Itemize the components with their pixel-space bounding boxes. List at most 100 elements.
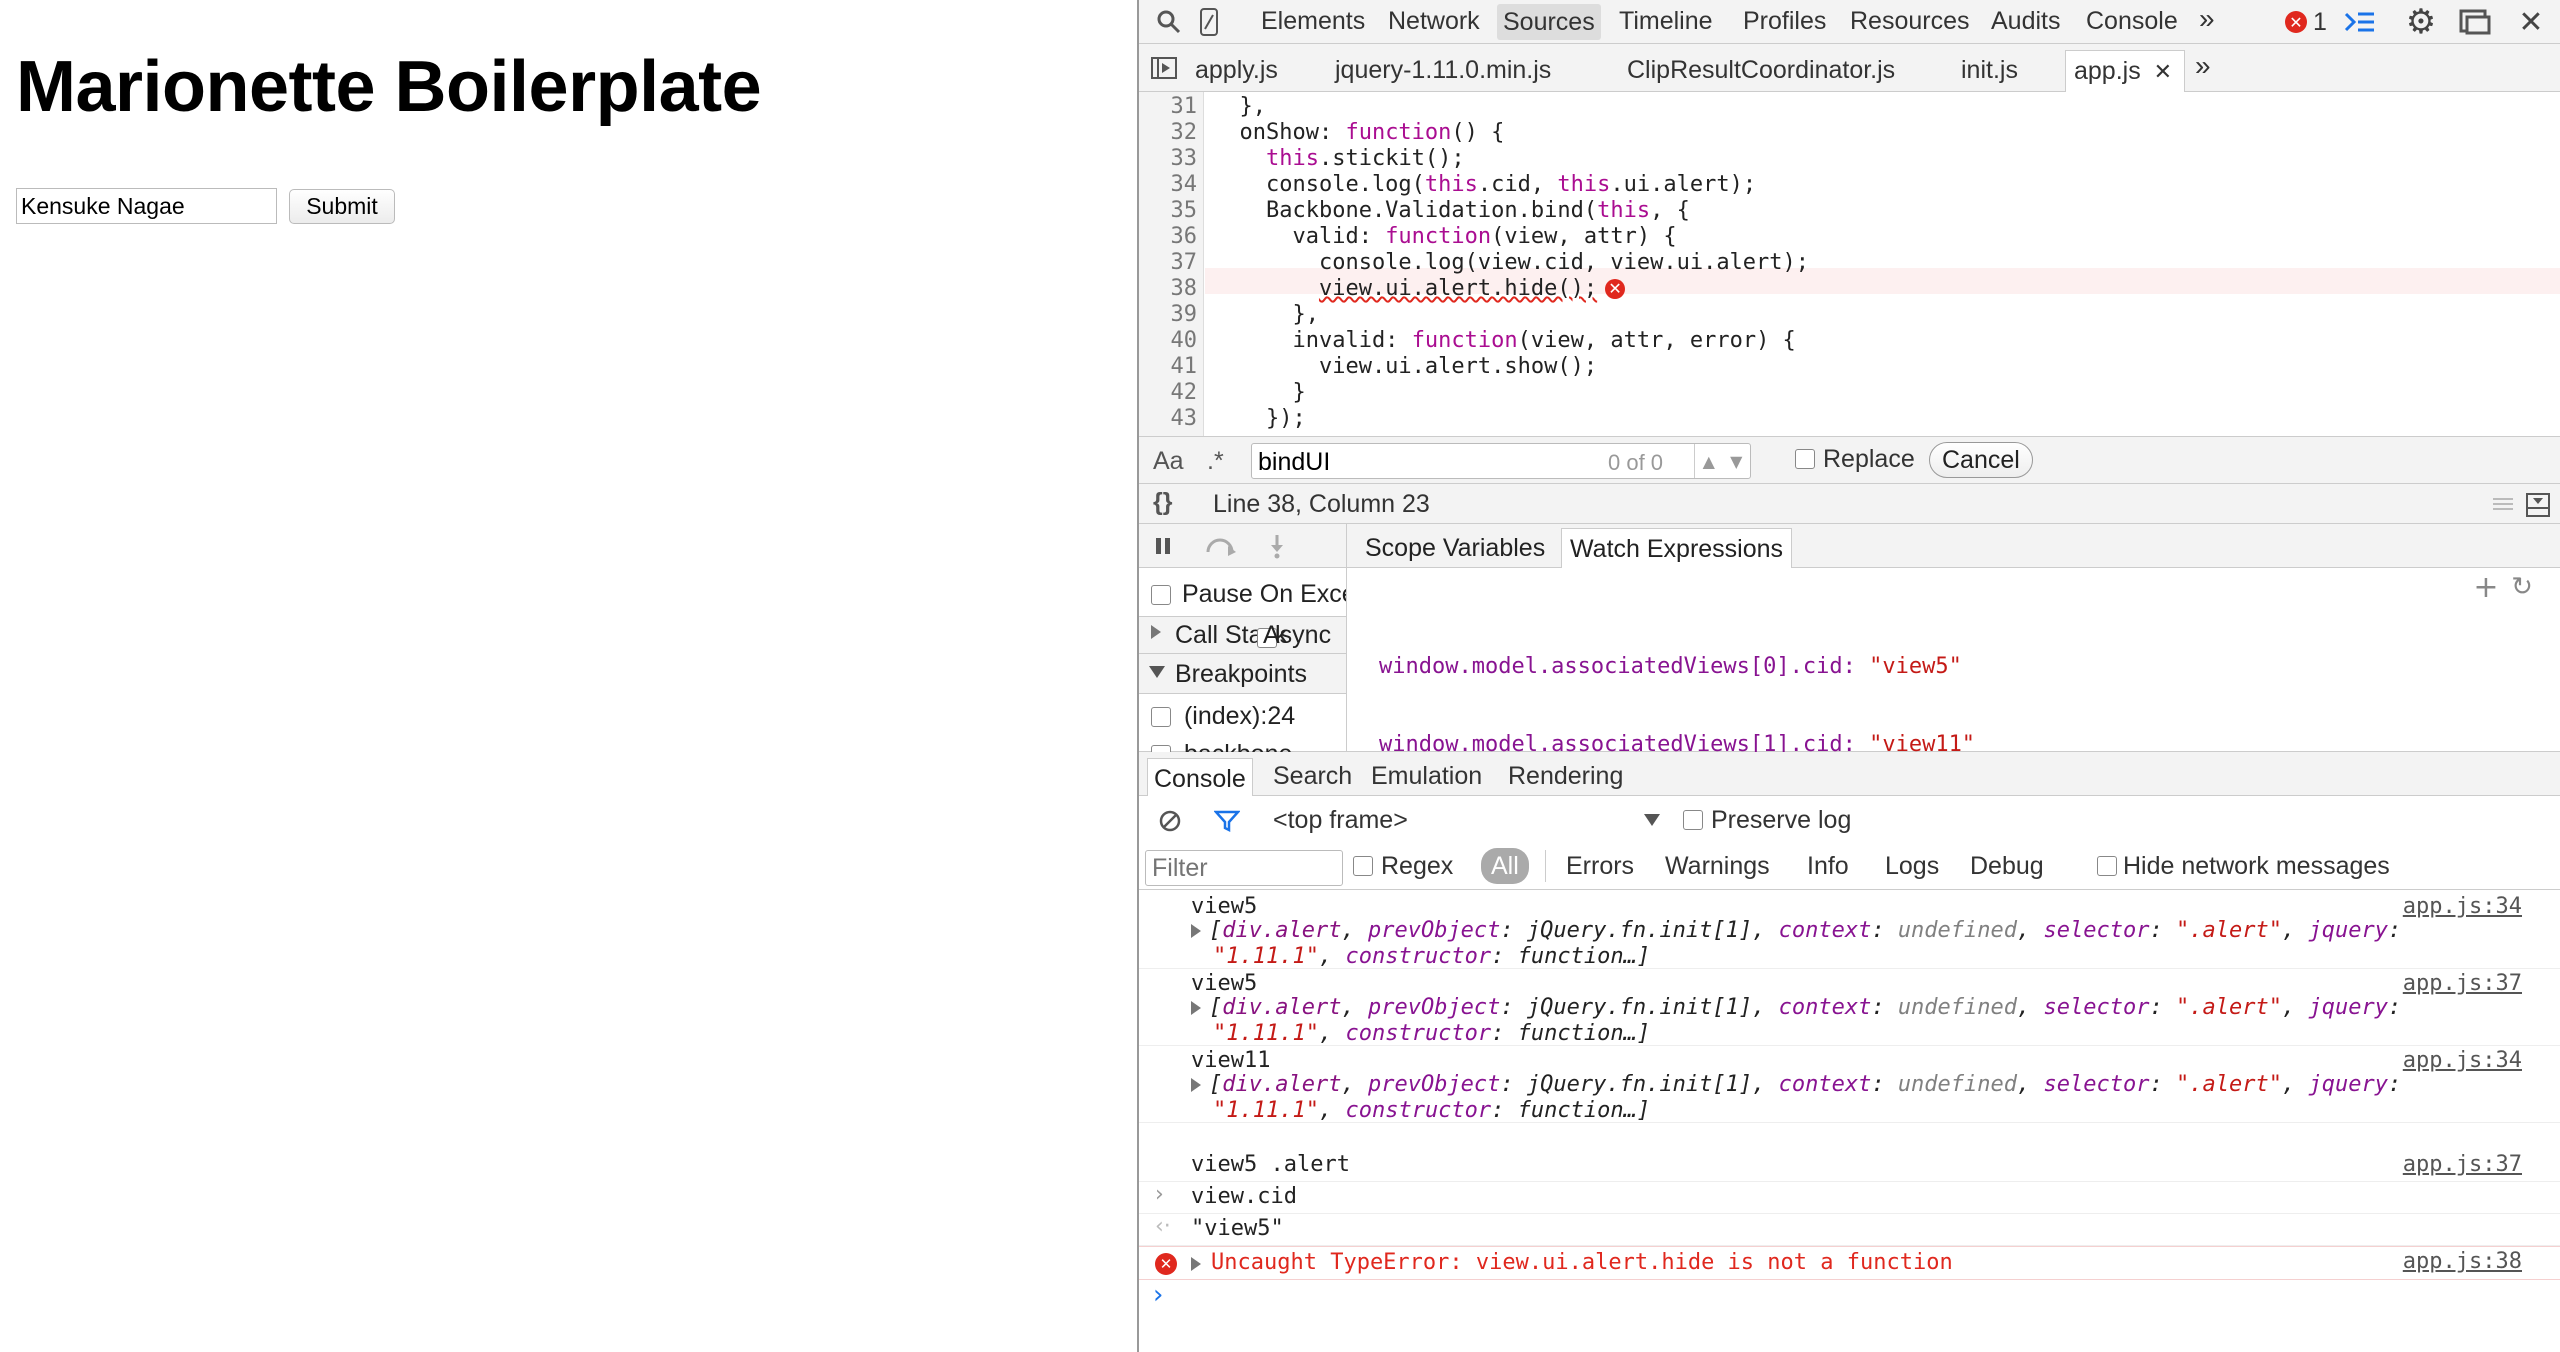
line-number[interactable]: 39 <box>1139 302 1198 327</box>
find-next-icon[interactable]: ▼ <box>1730 452 1742 471</box>
console-drawer-icon[interactable] <box>2343 6 2377 38</box>
tab-profiles[interactable]: Profiles <box>1743 7 1826 36</box>
tab-console[interactable]: Console <box>2086 7 2178 36</box>
file-tab-init[interactable]: init.js <box>1961 56 2018 85</box>
filter-input[interactable] <box>1145 850 1343 886</box>
tab-watch-expressions[interactable]: Watch Expressions <box>1561 528 1793 568</box>
dock-icon[interactable] <box>2457 6 2493 38</box>
breakpoints-section[interactable]: Breakpoints <box>1139 654 1346 694</box>
drag-handle-icon[interactable] <box>2491 492 2515 516</box>
hide-network-checkbox[interactable] <box>2097 856 2117 876</box>
level-info[interactable]: Info <box>1807 852 1849 881</box>
step-into-icon[interactable] <box>1265 532 1289 560</box>
level-warnings[interactable]: Warnings <box>1665 852 1770 881</box>
regex-checkbox[interactable] <box>1353 856 1373 876</box>
regex-toggle[interactable]: .* <box>1207 447 1224 476</box>
breakpoint-checkbox[interactable] <box>1151 707 1171 728</box>
error-icon[interactable]: ✕ <box>2285 11 2307 33</box>
line-number[interactable]: 33 <box>1139 146 1198 171</box>
source-link[interactable]: app.js:37 <box>2403 1152 2522 1177</box>
pause-on-exceptions-checkbox[interactable] <box>1151 585 1171 606</box>
file-tab-clipresultcoordinator[interactable]: ClipResultCoordinator.js <box>1627 56 1895 85</box>
drawer-tab-emulation[interactable]: Emulation <box>1371 762 1482 791</box>
step-over-icon[interactable] <box>1203 534 1237 558</box>
dropdown-arrow-icon[interactable] <box>1643 812 1661 828</box>
line-number[interactable]: 43 <box>1139 406 1198 431</box>
line-number[interactable]: 40 <box>1139 328 1198 353</box>
close-tab-icon[interactable]: ✕ <box>2154 60 2172 85</box>
tab-network[interactable]: Network <box>1388 7 1480 36</box>
tab-elements[interactable]: Elements <box>1261 7 1365 36</box>
watch-item[interactable]: window.model.associatedViews[0].cid: "vi… <box>1379 654 1975 680</box>
level-errors[interactable]: Errors <box>1566 852 1634 881</box>
toggle-debugger-sidebar-icon[interactable] <box>2523 490 2553 520</box>
line-number[interactable]: 36 <box>1139 224 1198 249</box>
source-link[interactable]: app.js:37 <box>2403 971 2522 996</box>
source-link[interactable]: app.js:38 <box>2403 1249 2522 1274</box>
object-preview[interactable]: [div.alert, prevObject: jQuery.fn.init[1… <box>1191 995 2401 1020</box>
drawer-tab-rendering[interactable]: Rendering <box>1508 762 1623 791</box>
line-number[interactable]: 31 <box>1139 94 1198 119</box>
tab-timeline[interactable]: Timeline <box>1619 7 1713 36</box>
object-preview[interactable]: [div.alert, prevObject: jQuery.fn.init[1… <box>1191 918 2401 943</box>
source-link[interactable]: app.js:34 <box>2403 1048 2522 1073</box>
replace-checkbox[interactable] <box>1795 449 1815 469</box>
line-number[interactable]: 34 <box>1139 172 1198 197</box>
level-all[interactable]: All <box>1481 848 1529 884</box>
call-stack-section[interactable]: Call Stack Async <box>1139 616 1346 654</box>
drawer-tab-console[interactable]: Console <box>1147 758 1253 796</box>
error-count[interactable]: 1 <box>2313 8 2327 37</box>
error-text[interactable]: Uncaught TypeError: view.ui.alert.hide i… <box>1211 1250 1953 1275</box>
pause-icon[interactable] <box>1151 534 1175 558</box>
tab-sources[interactable]: Sources <box>1497 4 1601 40</box>
source-link[interactable]: app.js:34 <box>2403 894 2522 919</box>
file-tab-apply[interactable]: apply.js <box>1195 56 1278 85</box>
tab-audits[interactable]: Audits <box>1991 7 2060 36</box>
pretty-print-icon[interactable]: {} <box>1153 488 1172 517</box>
level-logs[interactable]: Logs <box>1885 852 1939 881</box>
line-number[interactable]: 35 <box>1139 198 1198 223</box>
submit-button[interactable]: Submit <box>289 189 395 224</box>
code-editor[interactable]: 31 32 33 34 35 36 37 38 39 40 41 42 43 }, onShow: fu… <box>1139 92 2560 436</box>
object-preview[interactable]: [div.alert, prevObject: jQuery.fn.init[1… <box>1191 1072 2401 1097</box>
breakpoint-checkbox-2[interactable] <box>1151 745 1171 752</box>
line-number[interactable]: 32 <box>1139 120 1198 145</box>
expand-triangle-icon[interactable] <box>1191 1078 1201 1092</box>
name-input[interactable] <box>16 188 277 224</box>
more-tabs-icon[interactable]: » <box>2199 3 2215 35</box>
match-case-toggle[interactable]: Aa <box>1153 447 1184 476</box>
console-prompt[interactable]: › <box>1153 1280 1163 1310</box>
find-input[interactable]: bindUI 0 of 0 ▲ ▼ <box>1251 443 1751 479</box>
clear-console-icon[interactable] <box>1157 808 1183 834</box>
breakpoint-item[interactable]: (index):24 <box>1184 702 1295 730</box>
tab-resources[interactable]: Resources <box>1850 7 1970 36</box>
line-number[interactable]: 42 <box>1139 380 1198 405</box>
line-number[interactable]: 38 <box>1139 276 1198 301</box>
console-output[interactable]: view5 app.js:34 [div.alert, prevObject: jQ… <box>1139 890 2560 1352</box>
expand-triangle-icon[interactable] <box>1191 1001 1201 1015</box>
error-icon[interactable]: ✕ <box>1605 279 1626 299</box>
close-icon[interactable]: ✕ <box>2517 2 2545 42</box>
more-files-icon[interactable]: » <box>2195 50 2211 82</box>
gear-icon[interactable]: ⚙ <box>2403 2 2439 42</box>
error-icon: ✕ <box>1155 1253 1177 1275</box>
file-tab-app[interactable]: app.js ✕ <box>2065 50 2185 92</box>
find-previous-icon[interactable]: ▲ <box>1703 452 1715 471</box>
preserve-log-checkbox[interactable] <box>1683 810 1703 830</box>
device-mode-icon[interactable] <box>1195 4 1223 40</box>
toggle-navigator-icon[interactable] <box>1149 54 1179 82</box>
breakpoint-item-2[interactable]: backbone <box>1184 740 1292 752</box>
level-debug[interactable]: Debug <box>1970 852 2044 881</box>
line-number[interactable]: 37 <box>1139 250 1198 275</box>
search-icon[interactable] <box>1153 6 1185 38</box>
frame-select[interactable]: <top frame> <box>1273 806 1408 835</box>
expand-triangle-icon[interactable] <box>1191 924 1201 938</box>
refresh-icon[interactable]: ↻ <box>2509 572 2535 602</box>
tab-scope-variables[interactable]: Scope Variables <box>1347 524 1557 568</box>
drawer-tab-search[interactable]: Search <box>1273 762 1352 791</box>
filter-icon[interactable] <box>1213 808 1241 834</box>
add-watch-icon[interactable]: + <box>2473 570 2499 605</box>
cancel-button[interactable]: Cancel <box>1929 442 2033 478</box>
file-tab-jquery[interactable]: jquery-1.11.0.min.js <box>1335 56 1551 85</box>
line-number[interactable]: 41 <box>1139 354 1198 379</box>
